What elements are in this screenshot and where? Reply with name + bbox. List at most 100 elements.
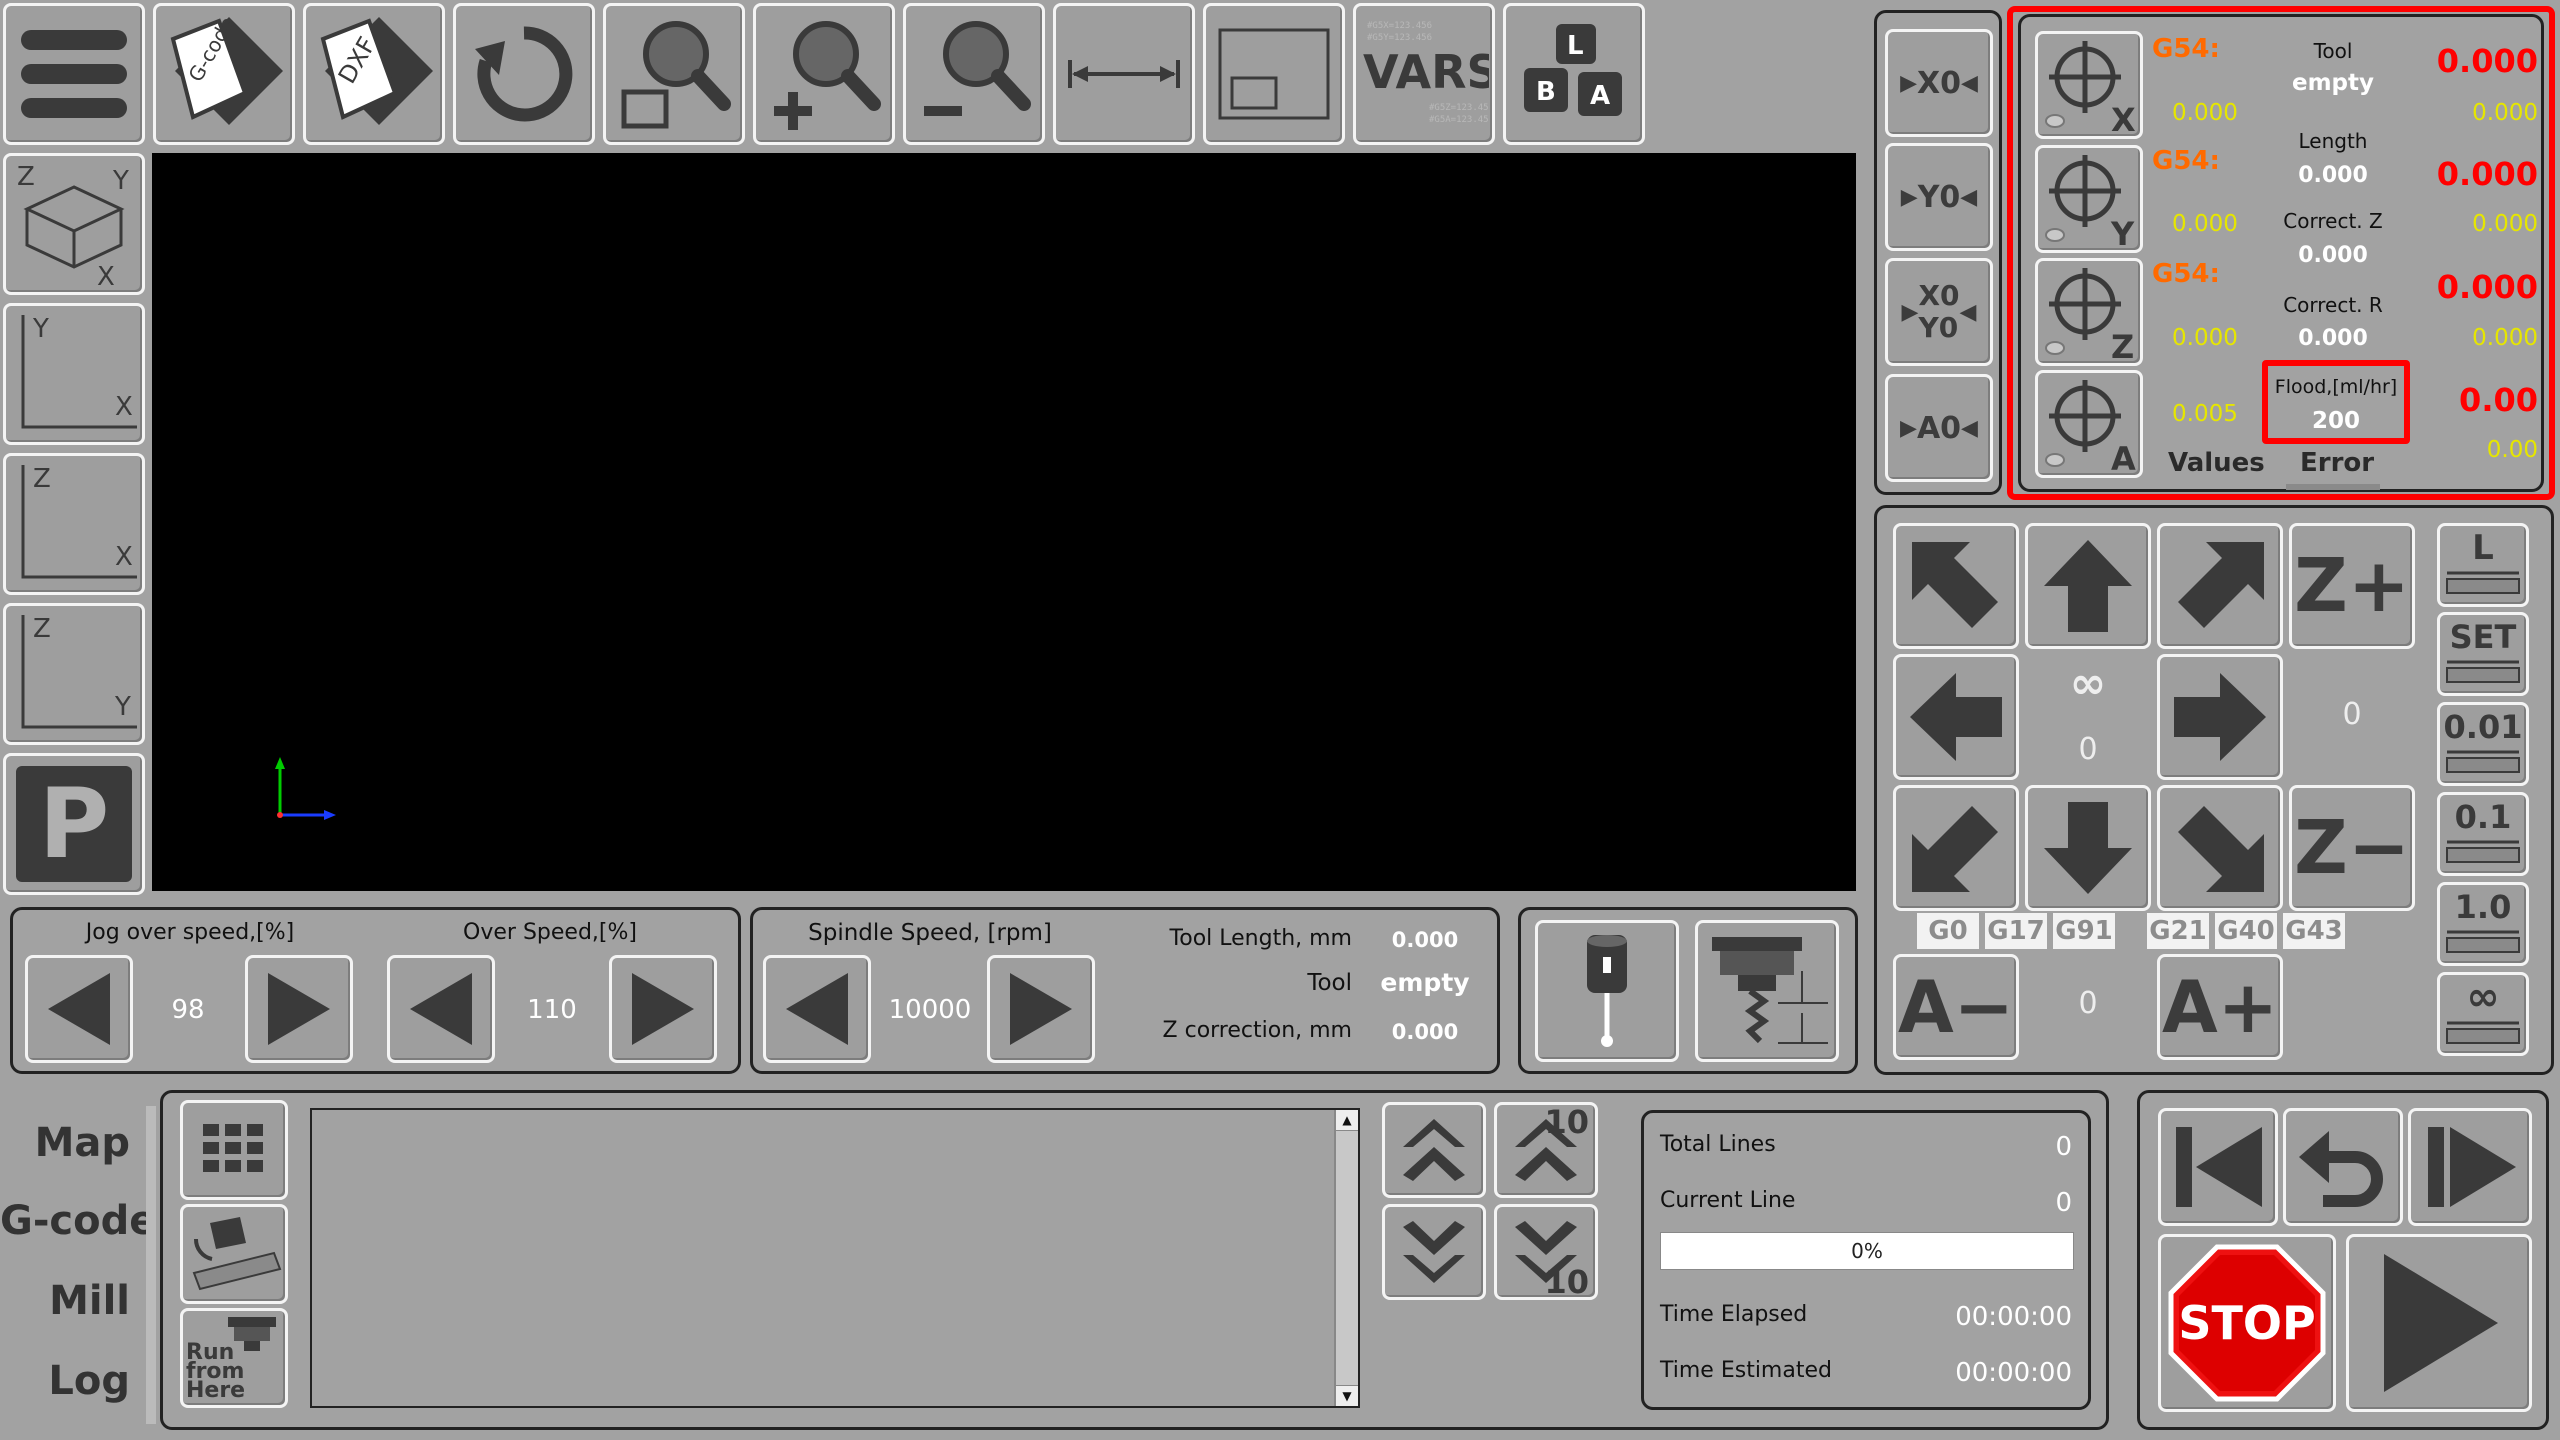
svg-text:X: X bbox=[2111, 101, 2136, 135]
step-10-label: 10 bbox=[1544, 1103, 1589, 1141]
run-start-button[interactable] bbox=[2346, 1234, 2532, 1412]
jog-a-minus-button[interactable]: A− bbox=[1893, 954, 2019, 1060]
spindle-speed-value: 10000 bbox=[888, 995, 972, 1025]
step-1-0-label: 1.0 bbox=[2454, 888, 2512, 926]
tool-label: Tool bbox=[2313, 39, 2353, 63]
jog-down-left-button[interactable] bbox=[1893, 785, 2019, 911]
step-continuous-button[interactable]: ∞ bbox=[2437, 972, 2529, 1056]
arrow-right-icon: ▶ bbox=[1900, 70, 1917, 96]
show-bounds-button[interactable] bbox=[1203, 3, 1345, 145]
jog-a-plus-button[interactable]: A+ bbox=[2157, 954, 2283, 1060]
tab-map[interactable]: Map bbox=[20, 1120, 130, 1166]
grid-array-button[interactable] bbox=[180, 1100, 288, 1200]
open-gcode-button[interactable]: G-code bbox=[153, 3, 295, 145]
menu-button[interactable] bbox=[3, 3, 145, 145]
zero-xy-button[interactable]: ▶ X0 Y0 ◀ bbox=[1885, 258, 1993, 366]
measure-button[interactable] bbox=[1053, 3, 1195, 145]
tab-log[interactable]: Log bbox=[20, 1358, 130, 1404]
scroll-up-arrow-icon[interactable]: ▲ bbox=[1336, 1110, 1358, 1131]
x-position-value[interactable]: 0.000 bbox=[2410, 42, 2538, 80]
view-zy-button[interactable]: Z Y bbox=[3, 603, 145, 745]
jog-up-right-button[interactable] bbox=[2157, 523, 2283, 649]
tool-value: empty bbox=[2291, 70, 2375, 96]
gcode-mode-g17: G17 bbox=[1985, 913, 2047, 949]
rewind-button[interactable] bbox=[2158, 1108, 2278, 1226]
probe-a-button[interactable]: A bbox=[2035, 370, 2143, 478]
spindle-increase-button[interactable] bbox=[987, 955, 1095, 1063]
step-l-button[interactable]: L bbox=[2437, 523, 2529, 607]
jog-down-right-button[interactable] bbox=[2157, 785, 2283, 911]
zero-y-button[interactable]: ▶ Y0 ◀ bbox=[1885, 143, 1993, 251]
over-speed-increase-button[interactable] bbox=[609, 955, 717, 1063]
arrow-left-icon: ◀ bbox=[1960, 184, 1978, 210]
view-iso-button[interactable]: Z Y X bbox=[3, 153, 145, 295]
probe-button[interactable] bbox=[1535, 920, 1679, 1062]
scroll-down-10-button[interactable]: 10 bbox=[1494, 1204, 1598, 1301]
svg-text:#G5Z=123.456: #G5Z=123.456 bbox=[1429, 103, 1489, 113]
jog-x-minus-button[interactable] bbox=[1893, 654, 2019, 780]
jog-x-plus-button[interactable] bbox=[2157, 654, 2283, 780]
park-button[interactable]: P bbox=[3, 753, 145, 895]
zoom-out-button[interactable] bbox=[903, 3, 1045, 145]
tab-error[interactable]: Error bbox=[2300, 448, 2374, 478]
jog-speed-increase-button[interactable] bbox=[245, 955, 353, 1063]
y-position-value[interactable]: 0.000 bbox=[2410, 155, 2538, 193]
jog-up-left-button[interactable] bbox=[1893, 523, 2019, 649]
key-shortcuts-button[interactable]: L B A bbox=[1503, 3, 1645, 145]
over-speed-decrease-button[interactable] bbox=[387, 955, 495, 1063]
rotate-part-button[interactable] bbox=[180, 1204, 288, 1304]
spindle-decrease-button[interactable] bbox=[763, 955, 871, 1063]
view-xy-button[interactable]: Y X bbox=[3, 303, 145, 445]
triangle-left-icon bbox=[786, 973, 848, 1045]
step-1-0-button[interactable]: 1.0 bbox=[2437, 882, 2529, 966]
step-forward-button[interactable] bbox=[2408, 1108, 2532, 1226]
step-0-01-button[interactable]: 0.01 bbox=[2437, 702, 2529, 786]
refresh-icon bbox=[475, 26, 573, 122]
scroll-down-button[interactable] bbox=[1382, 1204, 1486, 1300]
jog-z-plus-button[interactable]: Z+ bbox=[2289, 523, 2415, 649]
grid-icon bbox=[203, 1124, 263, 1172]
tool-length-measure-button[interactable] bbox=[1695, 920, 1839, 1062]
probe-y-button[interactable]: Y bbox=[2035, 145, 2143, 253]
jog-y-minus-button[interactable] bbox=[2025, 785, 2151, 911]
stop-sign-icon: STOP bbox=[2168, 1244, 2326, 1402]
step-0-1-button[interactable]: 0.1 bbox=[2437, 792, 2529, 876]
jog-z-minus-button[interactable]: Z− bbox=[2289, 785, 2415, 911]
time-estimated-value: 00:00:00 bbox=[1955, 1358, 2072, 1388]
arrow-left-icon bbox=[1910, 673, 2002, 761]
probe-z-button[interactable]: Z bbox=[2035, 258, 2143, 366]
view-zx-button[interactable]: Z X bbox=[3, 453, 145, 595]
scroll-down-arrow-icon[interactable]: ▼ bbox=[1336, 1385, 1358, 1406]
offset-value: 0.000 bbox=[2172, 100, 2238, 126]
tab-mill[interactable]: Mill bbox=[20, 1278, 130, 1324]
zx-axes-icon: Z X bbox=[21, 464, 137, 579]
step-set-button[interactable]: SET bbox=[2437, 612, 2529, 696]
run-from-here-button[interactable]: Run from Here bbox=[180, 1308, 288, 1408]
open-dxf-button[interactable]: DXF bbox=[303, 3, 445, 145]
zoom-fit-button[interactable] bbox=[603, 3, 745, 145]
scroll-up-button[interactable] bbox=[1382, 1102, 1486, 1198]
step-forward-icon bbox=[2428, 1127, 2516, 1207]
zero-a-button[interactable]: ▶ A0 ◀ bbox=[1885, 374, 1993, 482]
reload-button[interactable] bbox=[453, 3, 595, 145]
zoom-window-icon bbox=[621, 21, 731, 129]
arrow-left-icon: ◀ bbox=[1961, 415, 1978, 441]
correct-z-label: Correct. Z bbox=[2283, 209, 2383, 233]
scroll-up-10-button[interactable]: 10 bbox=[1494, 1102, 1598, 1198]
editor-scrollbar[interactable]: ▲ ▼ bbox=[1334, 1110, 1358, 1406]
tab-gcode[interactable]: G-code bbox=[0, 1198, 156, 1244]
gcode-editor[interactable]: ▲ ▼ bbox=[310, 1108, 1360, 1408]
a-position-value[interactable]: 0.00 bbox=[2410, 381, 2538, 419]
probe-x-button[interactable]: X bbox=[2035, 31, 2143, 139]
jog-y-plus-button[interactable] bbox=[2025, 523, 2151, 649]
svg-text:X: X bbox=[115, 392, 133, 422]
undo-button[interactable] bbox=[2283, 1108, 2403, 1226]
z-position-value[interactable]: 0.000 bbox=[2410, 268, 2538, 306]
tab-values[interactable]: Values bbox=[2168, 448, 2265, 478]
vars-button[interactable]: #G5X=123.456 #G5Y=123.456 #G5Z=123.456 #G5… bbox=[1353, 3, 1495, 145]
toolpath-viewport[interactable] bbox=[152, 153, 1856, 891]
jog-speed-decrease-button[interactable] bbox=[25, 955, 133, 1063]
zero-x-button[interactable]: ▶ X0 ◀ bbox=[1885, 29, 1993, 137]
stop-button[interactable]: STOP bbox=[2158, 1234, 2336, 1412]
zoom-in-button[interactable] bbox=[753, 3, 895, 145]
